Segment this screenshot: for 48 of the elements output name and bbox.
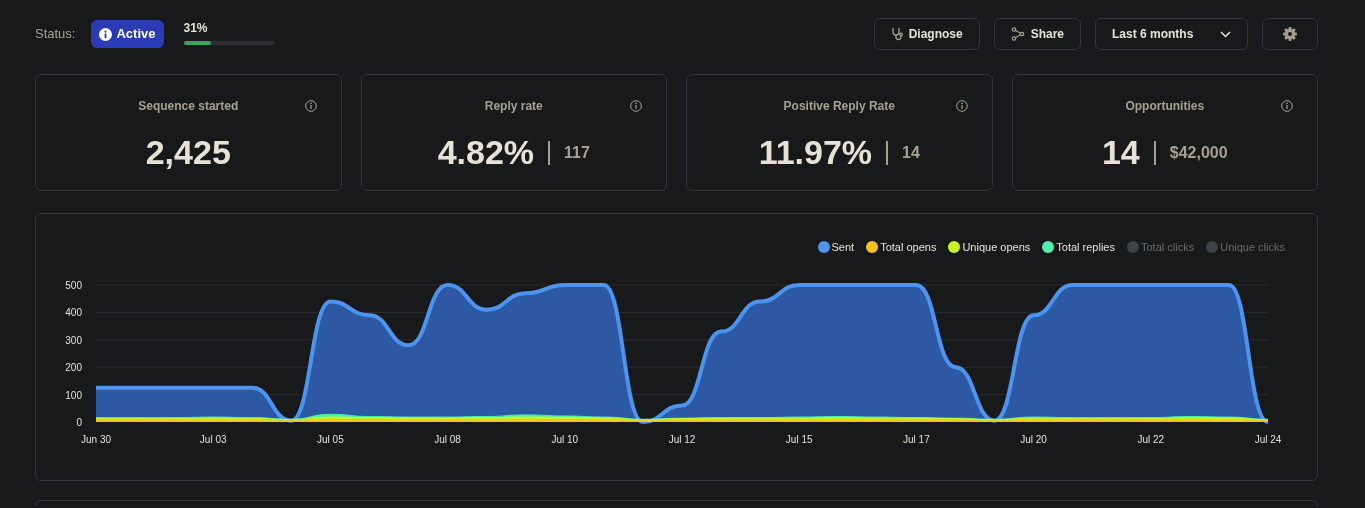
axis-label: Jul 24: [1254, 433, 1282, 445]
axis-label: Jul 08: [434, 433, 461, 445]
axis-label: Jul 22: [1137, 433, 1165, 445]
settings-icon: [1282, 26, 1298, 42]
axis-label: Jul 17: [903, 433, 930, 445]
stat-title: Opportunities: [1125, 98, 1205, 115]
stat-value: 14: [1101, 132, 1140, 173]
axis-label: Jul 10: [551, 433, 579, 445]
status-badge: Active: [91, 20, 164, 48]
axis-label: Jun 30: [81, 433, 111, 445]
stat-title: Positive Reply Rate: [783, 98, 895, 115]
stat-value: 11.97%: [758, 132, 873, 173]
settings-button[interactable]: [1262, 18, 1318, 50]
stat-value: 4.82%: [437, 132, 535, 173]
share-icon: [1010, 27, 1025, 41]
stat-secondary: 14: [902, 142, 920, 163]
range-select[interactable]: Last 6 months: [1095, 18, 1248, 50]
legend-item[interactable]: Total replies: [1042, 239, 1115, 256]
legend-item[interactable]: Sent: [817, 239, 855, 256]
axis-label: 300: [65, 334, 82, 346]
diagnose-button[interactable]: Diagnose: [873, 18, 980, 50]
axis-label: Jul 20: [1020, 433, 1047, 445]
axis-label: 500: [65, 279, 82, 291]
share-button[interactable]: Share: [993, 18, 1081, 50]
legend-item[interactable]: Unique opens: [948, 239, 1031, 256]
legend-item[interactable]: Total opens: [866, 239, 937, 256]
chevron-down-icon: [1220, 30, 1231, 38]
axis-label: 0: [76, 416, 82, 428]
info-icon[interactable]: [1281, 100, 1293, 112]
stethoscope-icon: [890, 27, 903, 41]
axis-label: Jul 12: [668, 433, 696, 445]
info-icon: [99, 27, 113, 41]
axis-label: 400: [65, 306, 82, 318]
axis-label: Jul 05: [317, 433, 344, 445]
info-icon[interactable]: [955, 100, 968, 112]
axis-label: Jul 15: [785, 433, 813, 445]
axis-label: Jul 03: [199, 433, 227, 445]
stat-secondary: 117: [564, 142, 590, 163]
status-label: Status:: [35, 25, 76, 44]
progress-text: 31%: [183, 20, 209, 37]
axis-label: 200: [65, 361, 82, 373]
info-icon[interactable]: [630, 100, 642, 112]
info-icon[interactable]: [304, 100, 317, 112]
stat-title: Reply rate: [484, 98, 543, 115]
stat-secondary: $42,000: [1169, 142, 1228, 163]
stat-value: 2,425: [145, 132, 231, 173]
stat-title: Sequence started: [138, 98, 239, 115]
axis-label: 100: [65, 389, 82, 401]
